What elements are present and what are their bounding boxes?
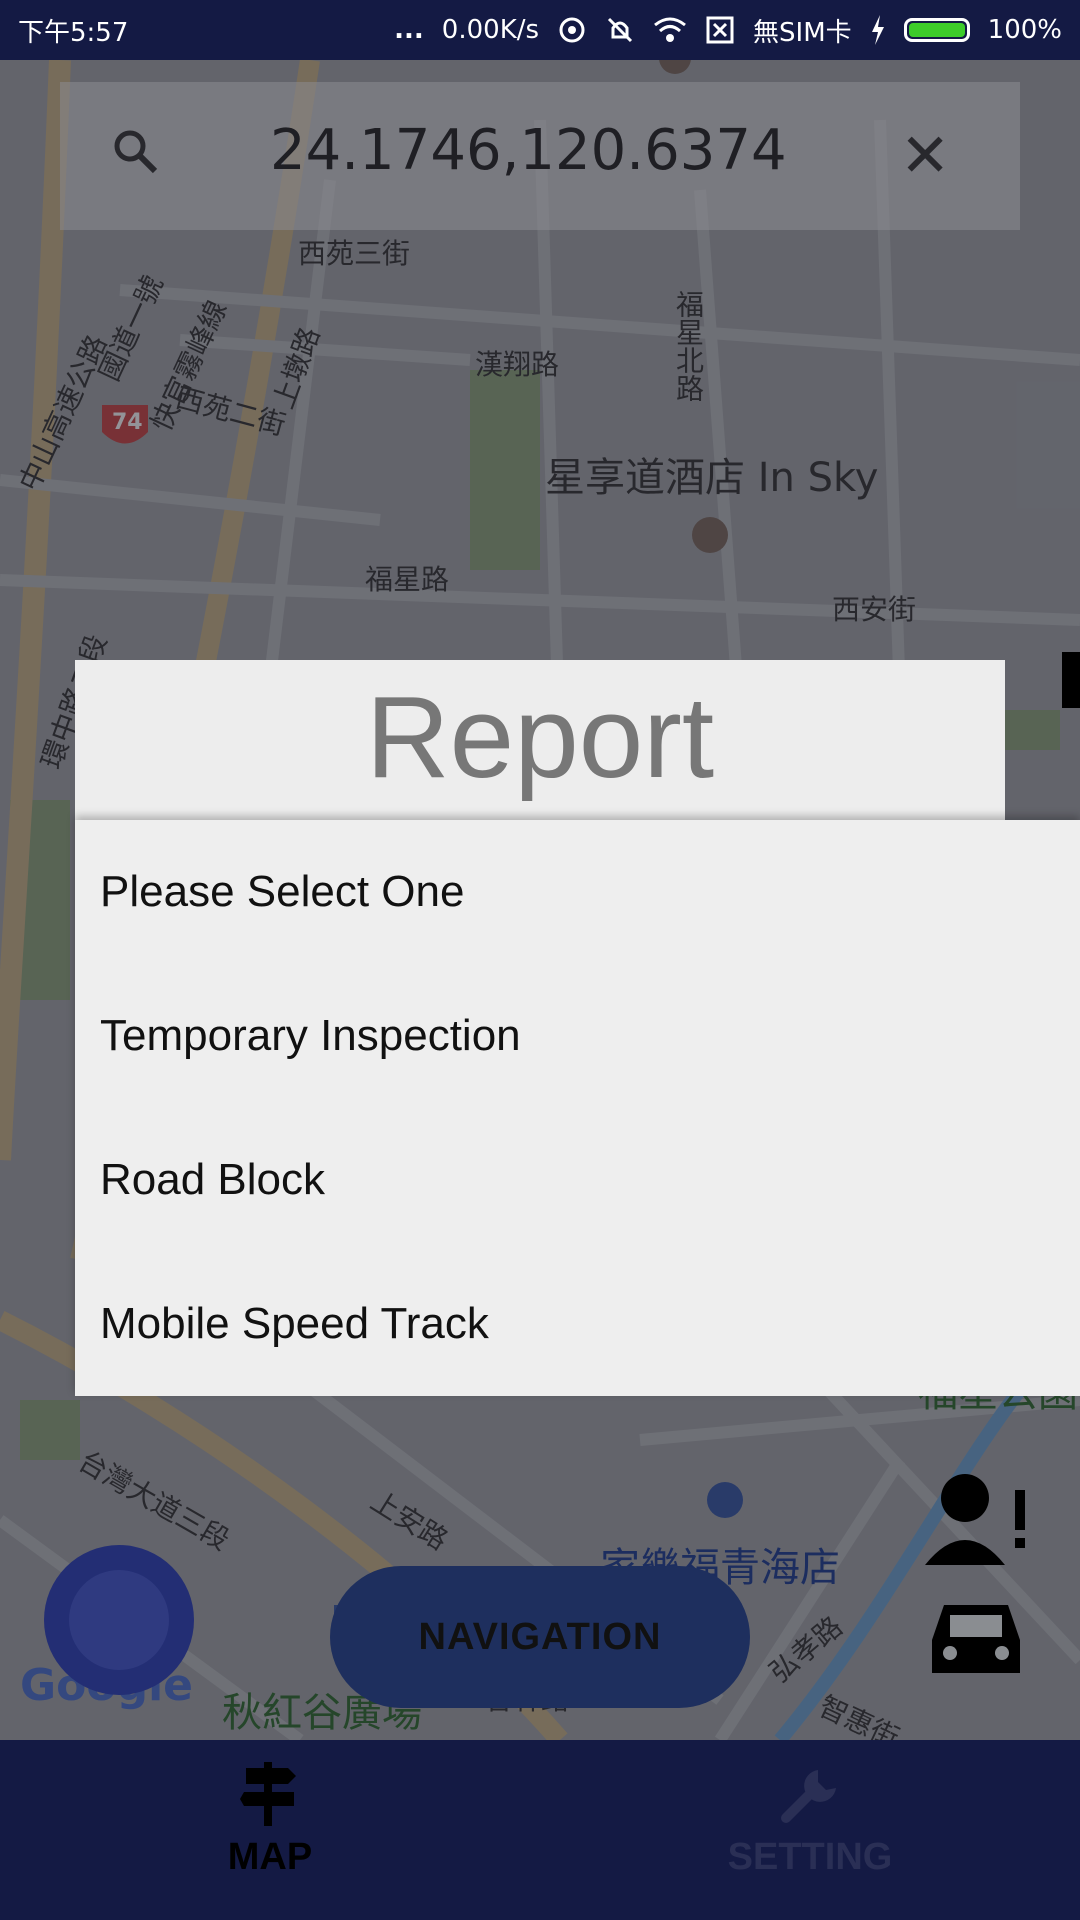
charging-icon xyxy=(871,15,884,45)
battery-icon xyxy=(903,18,970,42)
wifi-icon xyxy=(654,17,686,42)
network-speed: 0.00K/s xyxy=(441,15,540,45)
battery-percent: 100% xyxy=(987,15,1062,45)
report-dialog: Report xyxy=(75,660,1005,820)
report-type-dropdown: Please Select One Temporary Inspection R… xyxy=(75,820,1080,1396)
no-sim-icon xyxy=(706,16,734,44)
report-user-icon[interactable] xyxy=(920,1470,1030,1570)
dialog-title: Report xyxy=(365,672,715,802)
option-mobile-speed-track[interactable]: Mobile Speed Track xyxy=(75,1252,1080,1396)
navigation-button[interactable]: NAVIGATION xyxy=(330,1566,750,1708)
bottom-navigation: MAP SETTING xyxy=(0,1740,1080,1920)
option-please-select[interactable]: Please Select One xyxy=(75,820,1080,964)
status-bar: 下午5:57 ... 0.00K/s 無SIM卡 100% xyxy=(0,0,1080,60)
hotspot-icon xyxy=(559,17,585,43)
option-road-block[interactable]: Road Block xyxy=(75,1108,1080,1252)
tab-map-label: MAP xyxy=(227,1836,313,1878)
signpost-icon xyxy=(240,1762,296,1826)
my-location-button[interactable] xyxy=(44,1545,194,1695)
overflow-dots: ... xyxy=(394,15,424,45)
location-marker-icon xyxy=(1062,652,1080,708)
car-icon[interactable] xyxy=(928,1595,1024,1685)
wrench-icon xyxy=(781,1770,836,1823)
sim-status: 無SIM卡 xyxy=(753,17,852,48)
tab-setting[interactable]: SETTING xyxy=(540,1740,1080,1920)
option-temporary-inspection[interactable]: Temporary Inspection xyxy=(75,964,1080,1108)
tab-map[interactable]: MAP xyxy=(0,1740,540,1920)
mute-bell-icon xyxy=(607,17,633,43)
status-time: 下午5:57 xyxy=(18,17,129,48)
tab-setting-label: SETTING xyxy=(727,1836,893,1878)
status-icons: ... 0.00K/s 無SIM卡 100% xyxy=(394,12,1062,49)
